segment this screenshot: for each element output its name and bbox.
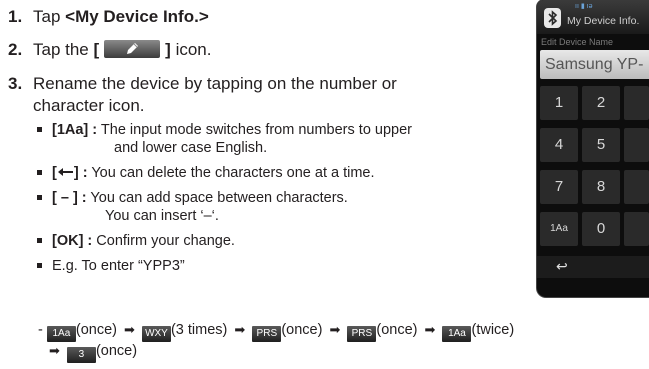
keypad-key-image: 1Aa [442, 326, 472, 342]
keypad-key: 0 [582, 212, 620, 246]
device-name-field: Samsung YP- [540, 50, 649, 79]
back-icon: ↩ [556, 258, 568, 274]
keypad-key: 2 [582, 86, 620, 120]
device-title: My Device Info. [567, 15, 640, 27]
key-count: (3 times) [170, 322, 228, 338]
bullet-marker [37, 238, 42, 243]
list-item: [ ] : You can delete the characters one a… [36, 164, 412, 182]
keypad-key: 5 [582, 128, 620, 162]
keypad-key-image: PRS [347, 326, 377, 342]
list-item: E.g. To enter “YPP3” [36, 257, 412, 275]
list-item: [1Aa] : The input mode switches from num… [36, 121, 412, 157]
key-count: (once) [75, 322, 117, 338]
arrow-right-icon: ➡ [234, 322, 246, 337]
list-item: [ – ] : You can add space between charac… [36, 189, 412, 225]
keypad-key [624, 212, 649, 246]
step-3: 3. Rename the device by tapping on the nu… [8, 73, 508, 117]
bullet-marker [37, 263, 42, 268]
keypad-key [624, 128, 649, 162]
keypad-key [624, 170, 649, 204]
key-count: (twice) [471, 322, 515, 338]
keypad-key: 7 [540, 170, 578, 204]
backspace-icon [57, 168, 73, 176]
keypad-key [624, 86, 649, 120]
keypad-key-image: 1Aa [46, 326, 76, 342]
key-count: (once) [95, 343, 138, 359]
bluetooth-icon [544, 8, 561, 28]
keypad-key-image: PRS [252, 326, 282, 342]
bullet-key: [1Aa] : [52, 122, 98, 138]
key-count: (once) [376, 322, 418, 338]
step-text: Tap [33, 7, 66, 26]
bullet-text: Confirm your change. [96, 233, 235, 249]
bullet-key: [ – ] : [52, 190, 87, 206]
step-number: 3. [8, 74, 23, 93]
bullet-marker [37, 170, 42, 175]
bullet-key-end: ] : [73, 165, 88, 181]
bullet-key: [OK] : [52, 233, 93, 249]
bullet-text: You can add space between characters. [90, 190, 348, 206]
step-2: 2. Tap the [] icon. [8, 39, 211, 61]
step-text-cont: character icon. [33, 96, 145, 115]
bullet-list: [1Aa] : The input mode switches from num… [36, 121, 412, 282]
step-number: 1. [8, 7, 23, 26]
bullet-text-cont: You can insert ‘–‘. [105, 208, 219, 224]
example-dash: - [38, 322, 43, 338]
bullet-key: [ [52, 165, 57, 181]
arrow-right-icon: ➡ [329, 322, 341, 337]
device-screen-image: ıı ▮ ıǝ My Device Info. Edit Device Name… [537, 0, 649, 297]
step-text: Tap the [33, 40, 94, 59]
keypad-key: 8 [582, 170, 620, 204]
pencil-icon [127, 43, 139, 54]
status-indicators: ıı ▮ ıǝ [575, 3, 593, 10]
bullet-text: The input mode switches from numbers to … [100, 122, 412, 138]
keypad-key-image: 3 [66, 347, 96, 363]
step-text-after: icon. [170, 40, 212, 59]
keypad-key: 4 [540, 128, 578, 162]
list-item: [OK] : Confirm your change. [36, 232, 412, 250]
example-sequence-row-2: ➡ 3 (once) [46, 341, 137, 363]
edit-button-image [104, 40, 161, 58]
arrow-right-icon: ➡ [49, 343, 60, 358]
step-text: Rename the device by tapping on the numb… [33, 74, 397, 93]
arrow-right-icon: ➡ [124, 322, 135, 337]
bracket-open: [ [93, 40, 100, 59]
device-field-label: Edit Device Name [541, 37, 614, 47]
keypad-key: 1Aa [540, 212, 578, 246]
keypad-key: 1 [540, 86, 578, 120]
bullet-marker [37, 195, 42, 200]
bullet-text: E.g. To enter “YPP3” [52, 258, 185, 274]
example-sequence-row-1: - 1Aa (once) ➡ WXY (3 times) ➡ PRS (once) ➡… [38, 320, 514, 342]
step-1: 1. Tap <My Device Info.> [8, 6, 209, 28]
menu-name: <My Device Info.> [65, 7, 209, 26]
bullet-marker [37, 127, 42, 132]
arrow-right-icon: ➡ [424, 322, 436, 337]
key-count: (once) [281, 322, 323, 338]
step-number: 2. [8, 40, 23, 59]
keypad-key-image: WXY [141, 326, 171, 342]
bullet-text-cont: and lower case English. [114, 140, 268, 156]
bullet-text: You can delete the characters one at a t… [91, 165, 375, 181]
device-bottom-bar [537, 256, 649, 278]
